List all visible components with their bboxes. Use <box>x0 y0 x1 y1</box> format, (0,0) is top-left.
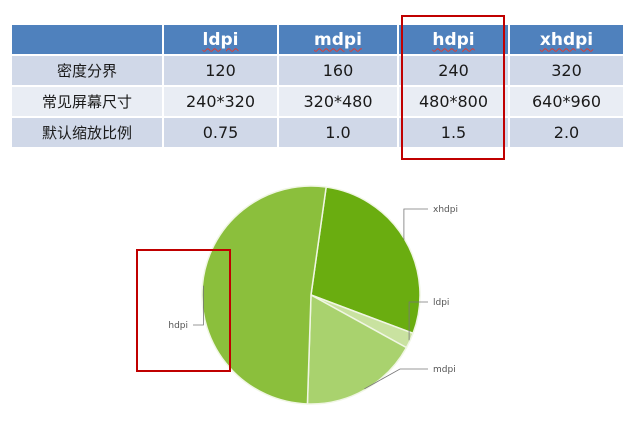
table-row: 常见屏幕尺寸 240*320 320*480 480*800 640*960 <box>10 85 625 118</box>
table-cell: 120 <box>162 54 279 87</box>
table-cell: 320 <box>508 54 625 87</box>
header-xhdpi: xhdpi <box>508 23 625 56</box>
leader-line-xhdpi <box>403 208 428 240</box>
table-cell: 640*960 <box>508 85 625 118</box>
hdpi-column-highlight-box <box>401 15 505 160</box>
table-header-row: ldpi mdpi hdpi xhdpi <box>10 23 625 56</box>
slice-label-ldpi: ldpi <box>433 298 449 308</box>
row-label: 常见屏幕尺寸 <box>10 85 164 118</box>
header-corner-cell <box>10 23 164 56</box>
table-cell: 240*320 <box>162 85 279 118</box>
slice-label-xhdpi: xhdpi <box>433 205 458 215</box>
table-cell: 160 <box>277 54 399 87</box>
table-cell: 320*480 <box>277 85 399 118</box>
table-cell: 2.0 <box>508 116 625 149</box>
density-pie-chart: xhdpildpimdpihdpi <box>168 185 458 405</box>
density-table: ldpi mdpi hdpi xhdpi 密度分界 120 160 240 32… <box>10 23 625 149</box>
header-mdpi: mdpi <box>277 23 399 56</box>
table-cell: 1.0 <box>277 116 399 149</box>
table-cell: 0.75 <box>162 116 279 149</box>
row-label: 密度分界 <box>10 54 164 87</box>
table-row: 密度分界 120 160 240 320 <box>10 54 625 87</box>
hdpi-slice-highlight-box <box>136 249 231 372</box>
row-label: 默认缩放比例 <box>10 116 164 149</box>
table-row: 默认缩放比例 0.75 1.0 1.5 2.0 <box>10 116 625 149</box>
header-ldpi: ldpi <box>162 23 279 56</box>
slice-label-mdpi: mdpi <box>433 365 456 375</box>
